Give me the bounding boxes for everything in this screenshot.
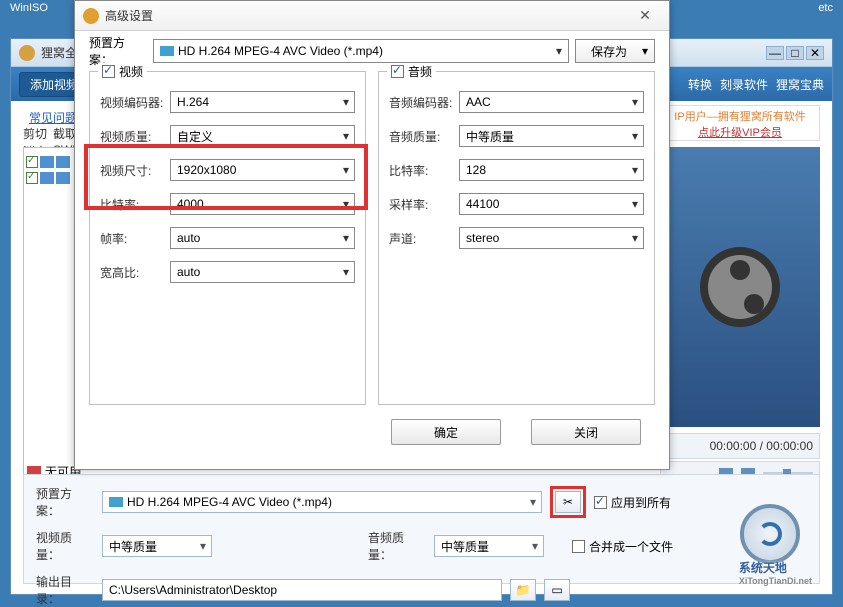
audio-codec-label: 音频编码器: <box>389 94 459 111</box>
audio-quality-select[interactable]: 中等质量 <box>434 535 544 557</box>
audio-quality-label: 音频质量： <box>368 529 426 563</box>
video-quality-select[interactable]: 自定义 <box>170 125 355 147</box>
video-codec-label: 视频编码器: <box>100 94 170 111</box>
video-file-icon <box>56 156 70 168</box>
dialog-titlebar: 高级设置 ✕ <box>75 1 669 31</box>
dlg-scheme-select[interactable]: HD H.264 MPEG-4 AVC Video (*.mp4) <box>153 39 569 63</box>
audio-quality-select[interactable]: 中等质量 <box>459 125 644 147</box>
film-reel-icon <box>700 247 780 327</box>
video-file-icon <box>40 156 54 168</box>
video-fieldset: 视频 视频编码器:H.264 视频质量:自定义 视频尺寸:1920x1080 比… <box>89 71 366 405</box>
output-path-input[interactable]: C:\Users\Administrator\Desktop <box>102 579 502 601</box>
video-file-icon <box>56 172 70 184</box>
audio-legend: 音频 <box>408 63 432 80</box>
desktop-icon-etc[interactable]: etc <box>818 2 833 40</box>
tree-row-2[interactable] <box>26 172 78 184</box>
close-button[interactable]: 关闭 <box>531 419 641 445</box>
video-fps-label: 帧率: <box>100 230 170 247</box>
link-burn[interactable]: 刻录软件 <box>720 76 768 93</box>
convert-arrow-icon <box>758 522 782 546</box>
save-as-button[interactable]: 保存为 <box>575 39 655 63</box>
time-display: 00:00:00 / 00:00:00 <box>660 433 820 459</box>
video-bitrate-select[interactable]: 4000 <box>170 193 355 215</box>
audio-fieldset: 音频 音频编码器:AAC 音频质量:中等质量 比特率:128 采样率:44100… <box>378 71 655 405</box>
preview-panel <box>660 147 820 427</box>
dialog-close-button[interactable]: ✕ <box>629 6 661 26</box>
apply-all-checkbox[interactable] <box>594 496 607 509</box>
video-quality-select[interactable]: 中等质量 <box>102 535 212 557</box>
audio-samplerate-select[interactable]: 44100 <box>459 193 644 215</box>
vip-line1: IP用户—拥有狸窝所有软件 <box>663 108 817 124</box>
video-quality-label: 视频质量： <box>36 529 94 563</box>
audio-codec-select[interactable]: AAC <box>459 91 644 113</box>
format-icon <box>160 46 174 56</box>
audio-channel-label: 声道: <box>389 230 459 247</box>
edit-cut[interactable]: 剪切 <box>23 125 47 142</box>
desktop-icon-winiso[interactable]: WinISO <box>10 2 48 40</box>
audio-samplerate-label: 采样率: <box>389 196 459 213</box>
scheme-label: 预置方案： <box>36 485 94 519</box>
tree-checkbox[interactable] <box>26 172 38 184</box>
browse-folder-button[interactable]: 📁 <box>510 579 536 601</box>
file-tree <box>23 147 81 477</box>
video-aspect-select[interactable]: auto <box>170 261 355 283</box>
vip-upgrade-link[interactable]: 点此升级VIP会员 <box>663 124 817 140</box>
video-quality-label: 视频质量: <box>100 128 170 145</box>
advanced-highlight: ✂ <box>550 486 586 518</box>
video-legend: 视频 <box>119 63 143 80</box>
scheme-value: HD H.264 MPEG-4 AVC Video (*.mp4) <box>127 495 332 509</box>
link-store[interactable]: 狸窝宝典 <box>776 76 824 93</box>
merge-checkbox[interactable] <box>572 540 585 553</box>
video-file-icon <box>40 172 54 184</box>
maximize-button[interactable]: □ <box>786 46 804 60</box>
advanced-settings-button[interactable]: ✂ <box>555 491 581 513</box>
apply-all-label: 应用到所有 <box>611 494 671 511</box>
merge-label: 合并成一个文件 <box>589 538 673 555</box>
video-size-select[interactable]: 1920x1080 <box>170 159 355 181</box>
bottom-settings-panel: 预置方案： HD H.264 MPEG-4 AVC Video (*.mp4) … <box>23 474 820 584</box>
video-size-label: 视频尺寸: <box>100 162 170 179</box>
format-icon <box>109 497 123 507</box>
dialog-title: 高级设置 <box>105 7 629 24</box>
audio-enable-checkbox[interactable] <box>391 65 404 78</box>
ok-button[interactable]: 确定 <box>391 419 501 445</box>
audio-channel-select[interactable]: stereo <box>459 227 644 249</box>
edit-toolbar: 剪切 截取 <box>23 125 77 142</box>
output-label: 输出目录： <box>36 573 94 607</box>
video-fps-select[interactable]: auto <box>170 227 355 249</box>
scheme-select[interactable]: HD H.264 MPEG-4 AVC Video (*.mp4) <box>102 491 542 513</box>
vip-banner: IP用户—拥有狸窝所有软件 点此升级VIP会员 <box>660 105 820 141</box>
dialog-icon <box>83 8 99 24</box>
link-convert[interactable]: 转换 <box>688 76 712 93</box>
tree-row-1[interactable] <box>26 156 78 168</box>
open-folder-button[interactable]: ▭ <box>544 579 570 601</box>
time-text: 00:00:00 / 00:00:00 <box>710 439 813 453</box>
video-bitrate-label: 比特率: <box>100 196 170 213</box>
close-main-button[interactable]: ✕ <box>806 46 824 60</box>
video-enable-checkbox[interactable] <box>102 65 115 78</box>
audio-quality-label: 音频质量: <box>389 128 459 145</box>
wrench-icon: ✂ <box>563 495 573 509</box>
dlg-scheme-value: HD H.264 MPEG-4 AVC Video (*.mp4) <box>178 44 383 58</box>
video-codec-select[interactable]: H.264 <box>170 91 355 113</box>
watermark: 系统天地 XiTongTianDi.net <box>739 559 812 586</box>
audio-bitrate-label: 比特率: <box>389 162 459 179</box>
minimize-button[interactable]: — <box>766 46 784 60</box>
advanced-settings-dialog: 高级设置 ✕ 预置方案： HD H.264 MPEG-4 AVC Video (… <box>74 0 670 470</box>
tree-checkbox[interactable] <box>26 156 38 168</box>
video-aspect-label: 宽高比: <box>100 264 170 281</box>
convert-button[interactable] <box>740 504 800 564</box>
audio-bitrate-select[interactable]: 128 <box>459 159 644 181</box>
app-icon <box>19 45 35 61</box>
